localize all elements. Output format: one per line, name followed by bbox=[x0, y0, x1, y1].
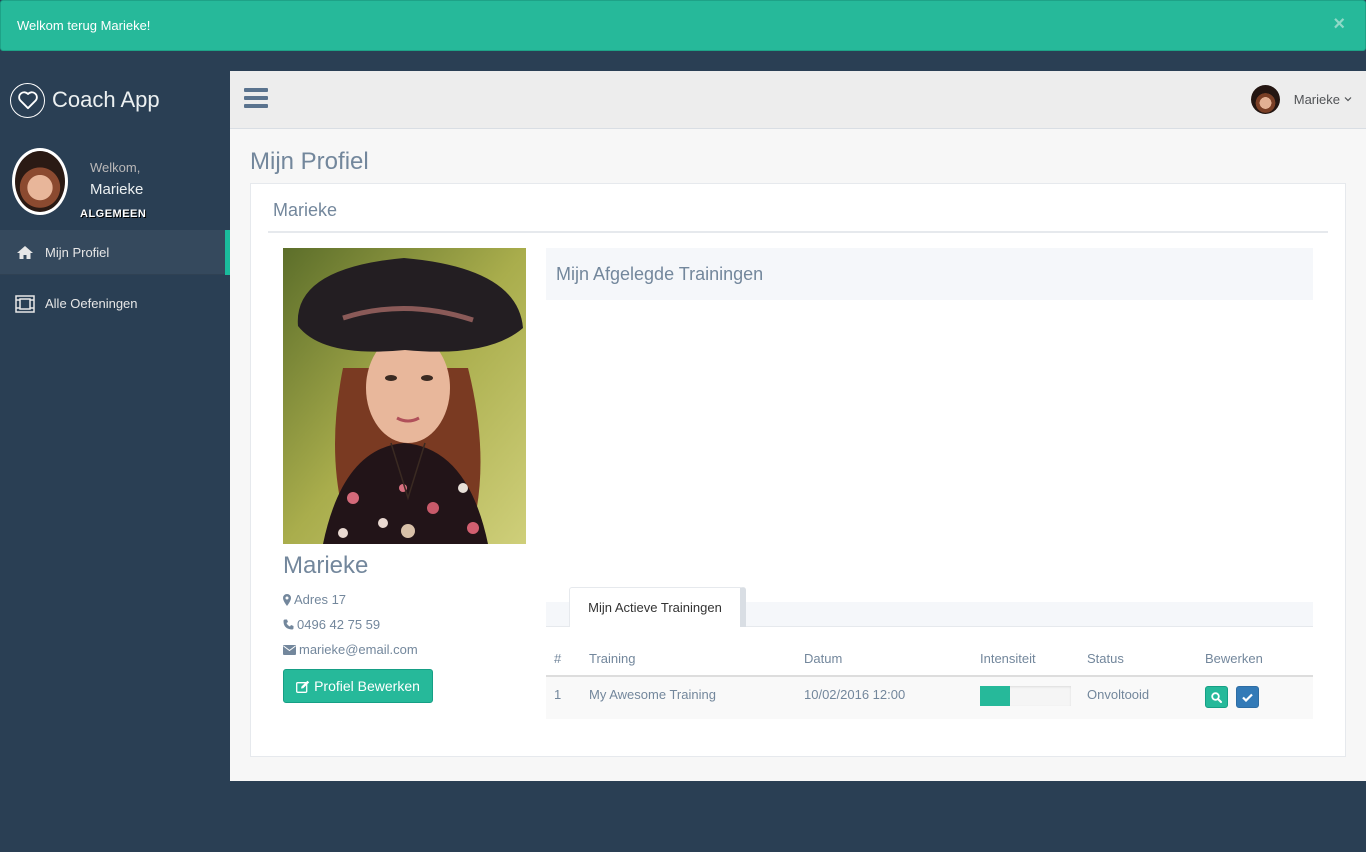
divider bbox=[268, 231, 1328, 233]
check-icon bbox=[1242, 693, 1253, 702]
menu-section-title: ALGEMEEN bbox=[80, 208, 147, 220]
top-navbar: Marieke bbox=[230, 71, 1366, 129]
row-number: 1 bbox=[554, 687, 562, 702]
search-icon bbox=[1211, 691, 1222, 703]
completed-trainings-title: Mijn Afgelegde Trainingen bbox=[556, 264, 764, 284]
address-info: Adres 17 bbox=[283, 592, 346, 607]
table-row[interactable]: 1 My Awesome Training 10/02/2016 12:00 O… bbox=[546, 677, 1313, 719]
column-header: Datum bbox=[804, 651, 843, 666]
phone-info: 0496 42 75 59 bbox=[283, 617, 380, 632]
email-info: marieke@email.com bbox=[283, 642, 418, 657]
intensity-progress-bar bbox=[980, 686, 1071, 706]
sidebar-item-alle-oefeningen[interactable]: Alle Oefeningen bbox=[0, 281, 230, 326]
email-text: marieke@email.com bbox=[299, 642, 418, 657]
welcome-label: Welkom, bbox=[90, 160, 141, 175]
sidebar-item-label: Mijn Profiel bbox=[45, 245, 110, 260]
sidebar-item-mijn-profiel[interactable]: Mijn Profiel bbox=[0, 230, 230, 275]
page-title: Mijn Profiel bbox=[250, 148, 369, 175]
brand-name: Coach App bbox=[52, 87, 160, 112]
intensity-fill bbox=[980, 686, 1011, 706]
complete-training-button[interactable] bbox=[1236, 686, 1259, 708]
phone-text: 0496 42 75 59 bbox=[297, 617, 381, 632]
heart-icon bbox=[10, 82, 45, 118]
column-header: Training bbox=[589, 651, 636, 666]
user-menu-name: Marieke bbox=[1293, 92, 1340, 107]
map-marker-icon bbox=[283, 593, 291, 606]
home-icon bbox=[15, 245, 35, 260]
active-trainings-table: # Training Datum Intensiteit Status Bewe… bbox=[546, 642, 1313, 719]
exercises-icon bbox=[15, 294, 35, 313]
tab-label: Mijn Actieve Trainingen bbox=[588, 600, 722, 615]
completed-trainings-box: Mijn Afgelegde Trainingen bbox=[546, 248, 1313, 300]
menu-toggle-icon[interactable] bbox=[244, 88, 268, 108]
welcome-user-name: Marieke bbox=[90, 181, 144, 198]
phone-icon bbox=[283, 619, 294, 630]
sidebar: Coach App Welkom, Marieke ALGEMEEN Mijn … bbox=[0, 71, 230, 852]
profile-photo bbox=[283, 248, 526, 544]
edit-profile-label: Profiel Bewerken bbox=[314, 678, 420, 694]
column-header: Bewerken bbox=[1205, 651, 1263, 666]
column-header: Intensiteit bbox=[980, 651, 1036, 666]
edit-icon bbox=[296, 680, 310, 693]
training-name: My Awesome Training bbox=[589, 687, 716, 702]
column-header: # bbox=[554, 651, 562, 666]
chevron-down-icon bbox=[1344, 94, 1352, 105]
profile-panel: Marieke Marieke Adres 17 0496 42 75 59 m… bbox=[250, 183, 1346, 757]
sidebar-item-label: Alle Oefeningen bbox=[45, 296, 138, 311]
view-training-button[interactable] bbox=[1205, 686, 1228, 708]
tab-active-trainings[interactable]: Mijn Actieve Trainingen bbox=[569, 587, 746, 627]
close-icon[interactable]: × bbox=[1333, 14, 1345, 34]
avatar bbox=[1250, 85, 1280, 114]
address-text: Adres 17 bbox=[294, 592, 347, 607]
table-header: # Training Datum Intensiteit Status Bewe… bbox=[546, 642, 1313, 677]
sidebar-avatar bbox=[12, 148, 68, 215]
training-status: Onvoltooid bbox=[1087, 687, 1150, 702]
alert-message: Welkom terug Marieke! bbox=[17, 18, 151, 33]
training-date: 10/02/2016 12:00 bbox=[804, 687, 906, 702]
column-header: Status bbox=[1087, 651, 1124, 666]
welcome-alert: Welkom terug Marieke! × bbox=[0, 0, 1366, 51]
user-menu[interactable]: Marieke bbox=[1250, 85, 1352, 114]
profile-name: Marieke bbox=[283, 552, 369, 579]
brand[interactable]: Coach App bbox=[10, 82, 160, 118]
envelope-icon bbox=[283, 644, 296, 655]
panel-title: Marieke bbox=[273, 200, 338, 220]
edit-profile-button[interactable]: Profiel Bewerken bbox=[283, 669, 433, 703]
main-content: Marieke Mijn Profiel Marieke Marieke Adr… bbox=[230, 71, 1366, 781]
